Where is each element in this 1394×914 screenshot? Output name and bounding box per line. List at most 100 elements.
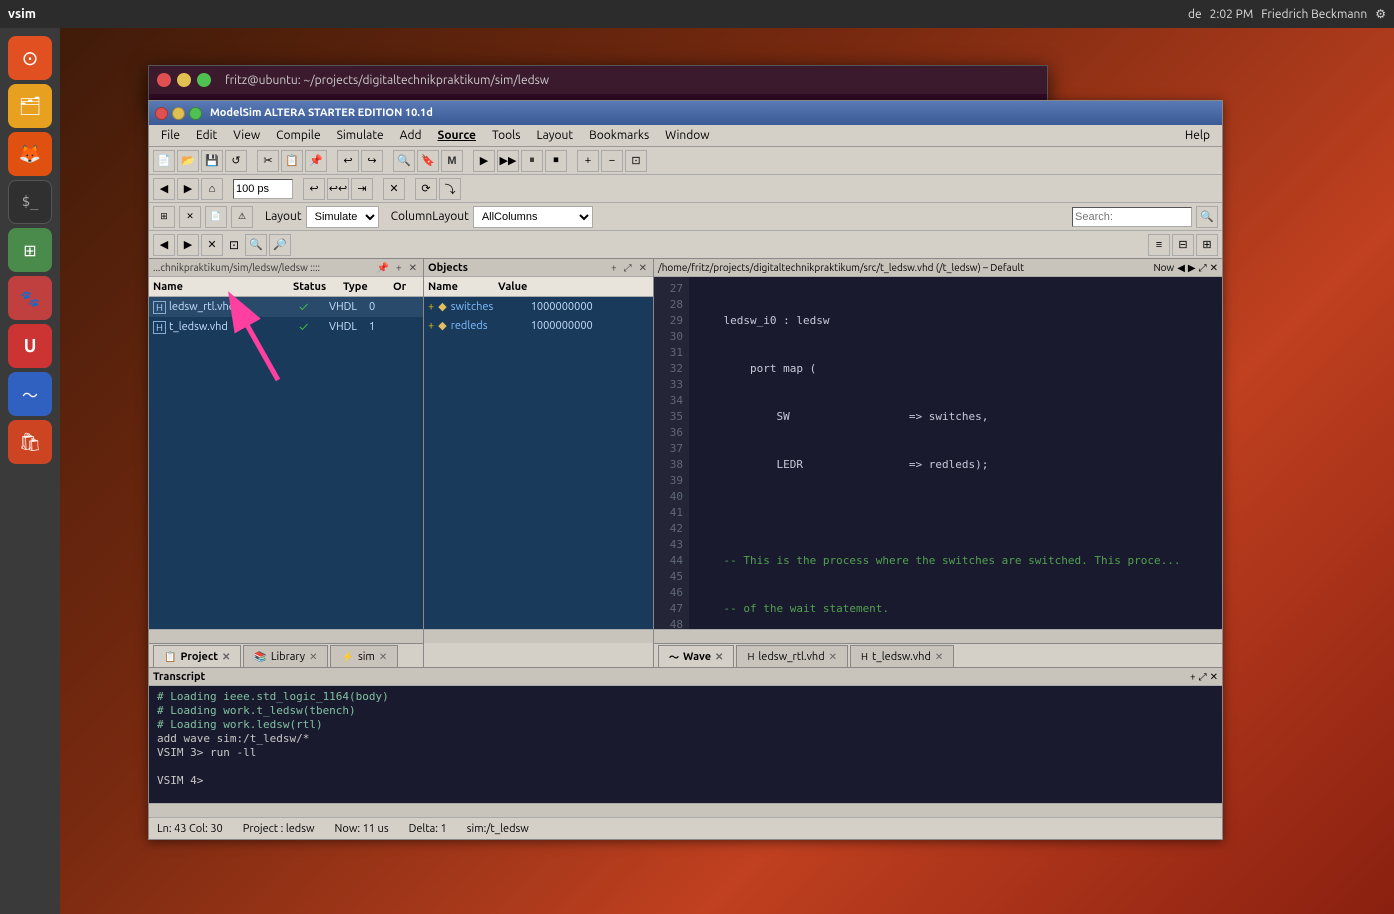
sidebar-icon-wave[interactable]: 〜 [8, 372, 52, 416]
search-input[interactable] [1072, 207, 1192, 227]
tb2-run2-btn[interactable]: ↩↩ [327, 178, 349, 200]
tab-ledsw-rtl-close[interactable]: ✕ [829, 651, 837, 663]
tb-sim-run-btn[interactable]: ▶▶ [497, 150, 519, 172]
time-input[interactable] [233, 179, 293, 199]
menu-edit[interactable]: Edit [188, 127, 225, 144]
tb-compile-btn[interactable]: M [441, 150, 463, 172]
column-layout-select[interactable]: AllColumns [473, 206, 593, 228]
sim-prev-btn[interactable]: ◀ [153, 234, 175, 256]
tab-library[interactable]: 📚 Library ✕ [243, 645, 328, 667]
tb-zoom-out-btn[interactable]: − [601, 150, 623, 172]
transcript-content[interactable]: # Loading ieee.std_logic_1164(body) # Lo… [149, 686, 1222, 803]
tb-undo-btn[interactable]: ↩ [337, 150, 359, 172]
tb2-fwd-btn[interactable]: ▶ [177, 178, 199, 200]
source-hscroll[interactable] [654, 629, 1222, 643]
tb3-btn3[interactable]: 📄 [205, 206, 227, 228]
tb-sim-stop-btn[interactable]: ⏹ [545, 150, 567, 172]
tb-sim-break-btn[interactable]: ⏸ [521, 150, 543, 172]
transcript-add-icon[interactable]: + [1190, 671, 1196, 683]
ms-close-button[interactable] [155, 107, 168, 120]
objects-expand-icon[interactable]: ⤢ [622, 261, 634, 275]
sidebar-icon-store[interactable]: 🛍 [8, 420, 52, 464]
obj-expand-0[interactable]: + [428, 301, 434, 313]
menu-add[interactable]: Add [392, 127, 430, 144]
sim-next-btn[interactable]: ▶ [177, 234, 199, 256]
tb2-home-btn[interactable]: ⌂ [201, 178, 223, 200]
terminal-close-button[interactable] [157, 73, 171, 87]
sidebar-icon-ubuntu[interactable]: ⊙ [8, 36, 52, 80]
sidebar-icon-ulogo[interactable]: U [8, 324, 52, 368]
transcript-close-icon[interactable]: ✕ [1210, 671, 1218, 683]
transcript-expand-icon[interactable]: ⤢ [1199, 671, 1207, 683]
tb-cut-btn[interactable]: ✂ [257, 150, 279, 172]
menu-view[interactable]: View [225, 127, 268, 144]
sim-x-btn[interactable]: ✕ [201, 234, 223, 256]
sim-view3-btn[interactable]: ⊞ [1196, 234, 1218, 256]
settings-icon[interactable]: ⚙ [1375, 7, 1386, 21]
source-nav-left[interactable]: ◀ [1177, 262, 1185, 274]
tb-find-btn[interactable]: 🔍 [393, 150, 415, 172]
project-pin-icon[interactable]: 📌 [375, 261, 391, 275]
tab-wave[interactable]: 〜 Wave ✕ [658, 645, 734, 667]
tab-project[interactable]: 📋 Project ✕ [153, 645, 241, 667]
tb-refresh-btn[interactable]: ↺ [225, 150, 247, 172]
terminal-max-button[interactable] [197, 73, 211, 87]
tb3-btn2[interactable]: ✕ [179, 206, 201, 228]
tb-new-btn[interactable]: 📄 [153, 150, 175, 172]
terminal-min-button[interactable] [177, 73, 191, 87]
sim-zoom2-btn[interactable]: 🔎 [269, 234, 291, 256]
sidebar-icon-calc[interactable]: ⊞ [8, 228, 52, 272]
menu-window[interactable]: Window [657, 127, 717, 144]
objects-plus-icon[interactable]: + [609, 261, 619, 274]
list-item[interactable]: + ◆ redleds 1000000000 [424, 316, 653, 335]
table-row[interactable]: H ledsw_rtl.vhd ✓ VHDL 0 [149, 297, 423, 317]
tb3-btn1[interactable]: ⊞ [153, 206, 175, 228]
tb-paste-btn[interactable]: 📌 [305, 150, 327, 172]
menu-file[interactable]: File [153, 127, 188, 144]
sidebar-icon-terminal[interactable]: $_ [8, 180, 52, 224]
tab-t-ledsw[interactable]: H t_ledsw.vhd ✕ [850, 645, 954, 667]
list-item[interactable]: + ◆ switches 1000000000 [424, 297, 653, 316]
source-expand-icon[interactable]: ⤢ [1199, 262, 1207, 274]
menu-simulate[interactable]: Simulate [329, 127, 392, 144]
tab-project-close[interactable]: ✕ [222, 651, 230, 663]
table-row[interactable]: H t_ledsw.vhd ✓ VHDL 1 [149, 317, 423, 337]
tab-sim[interactable]: ⚡ sim ✕ [330, 645, 398, 667]
ms-min-button[interactable] [172, 107, 185, 120]
tab-wave-close[interactable]: ✕ [715, 651, 723, 663]
tb-zoom-in-btn[interactable]: + [577, 150, 599, 172]
search-btn[interactable]: 🔍 [1196, 206, 1218, 228]
menu-layout[interactable]: Layout [528, 127, 581, 144]
tb-copy-btn[interactable]: 📋 [281, 150, 303, 172]
menu-help[interactable]: Help [1177, 127, 1218, 144]
tab-library-close[interactable]: ✕ [309, 651, 317, 663]
ms-max-button[interactable] [189, 107, 202, 120]
layout-select[interactable]: Simulate [306, 206, 379, 228]
sim-view2-btn[interactable]: ⊟ [1172, 234, 1194, 256]
objects-hscroll[interactable] [424, 629, 653, 643]
tb2-back-btn[interactable]: ◀ [153, 178, 175, 200]
sidebar-icon-apps[interactable]: 🐾 [8, 276, 52, 320]
sidebar-icon-firefox[interactable]: 🦊 [8, 132, 52, 176]
tb-sim-step-btn[interactable]: ▶ [473, 150, 495, 172]
tb-save-btn[interactable]: 💾 [201, 150, 223, 172]
menu-compile[interactable]: Compile [268, 127, 328, 144]
tb3-btn4[interactable]: ⚠ [231, 206, 253, 228]
menu-tools[interactable]: Tools [484, 127, 529, 144]
source-nav-right[interactable]: ▶ [1188, 262, 1196, 274]
objects-close-icon[interactable]: ✕ [637, 261, 649, 275]
sim-view1-btn[interactable]: ≡ [1148, 234, 1170, 256]
project-hscroll[interactable] [149, 629, 423, 643]
tb-open-btn[interactable]: 📂 [177, 150, 199, 172]
tb2-step-btn[interactable]: ⤵ [439, 178, 461, 200]
tab-t-ledsw-close[interactable]: ✕ [935, 651, 943, 663]
source-code-view[interactable]: 27 28 29 30 31 32 33 34 35 36 37 38 39 4… [654, 277, 1222, 629]
tb-zoom-fit-btn[interactable]: ⊡ [625, 150, 647, 172]
project-expand-icon[interactable]: + [394, 261, 404, 274]
menu-source[interactable]: Source [430, 127, 484, 144]
sidebar-icon-files[interactable]: 🗂 [8, 84, 52, 128]
tb2-run3-btn[interactable]: ⇥ [351, 178, 373, 200]
tb-bookmark-btn[interactable]: 🔖 [417, 150, 439, 172]
tab-ledsw-rtl[interactable]: H ledsw_rtl.vhd ✕ [736, 645, 848, 667]
tab-sim-close[interactable]: ✕ [379, 651, 387, 663]
